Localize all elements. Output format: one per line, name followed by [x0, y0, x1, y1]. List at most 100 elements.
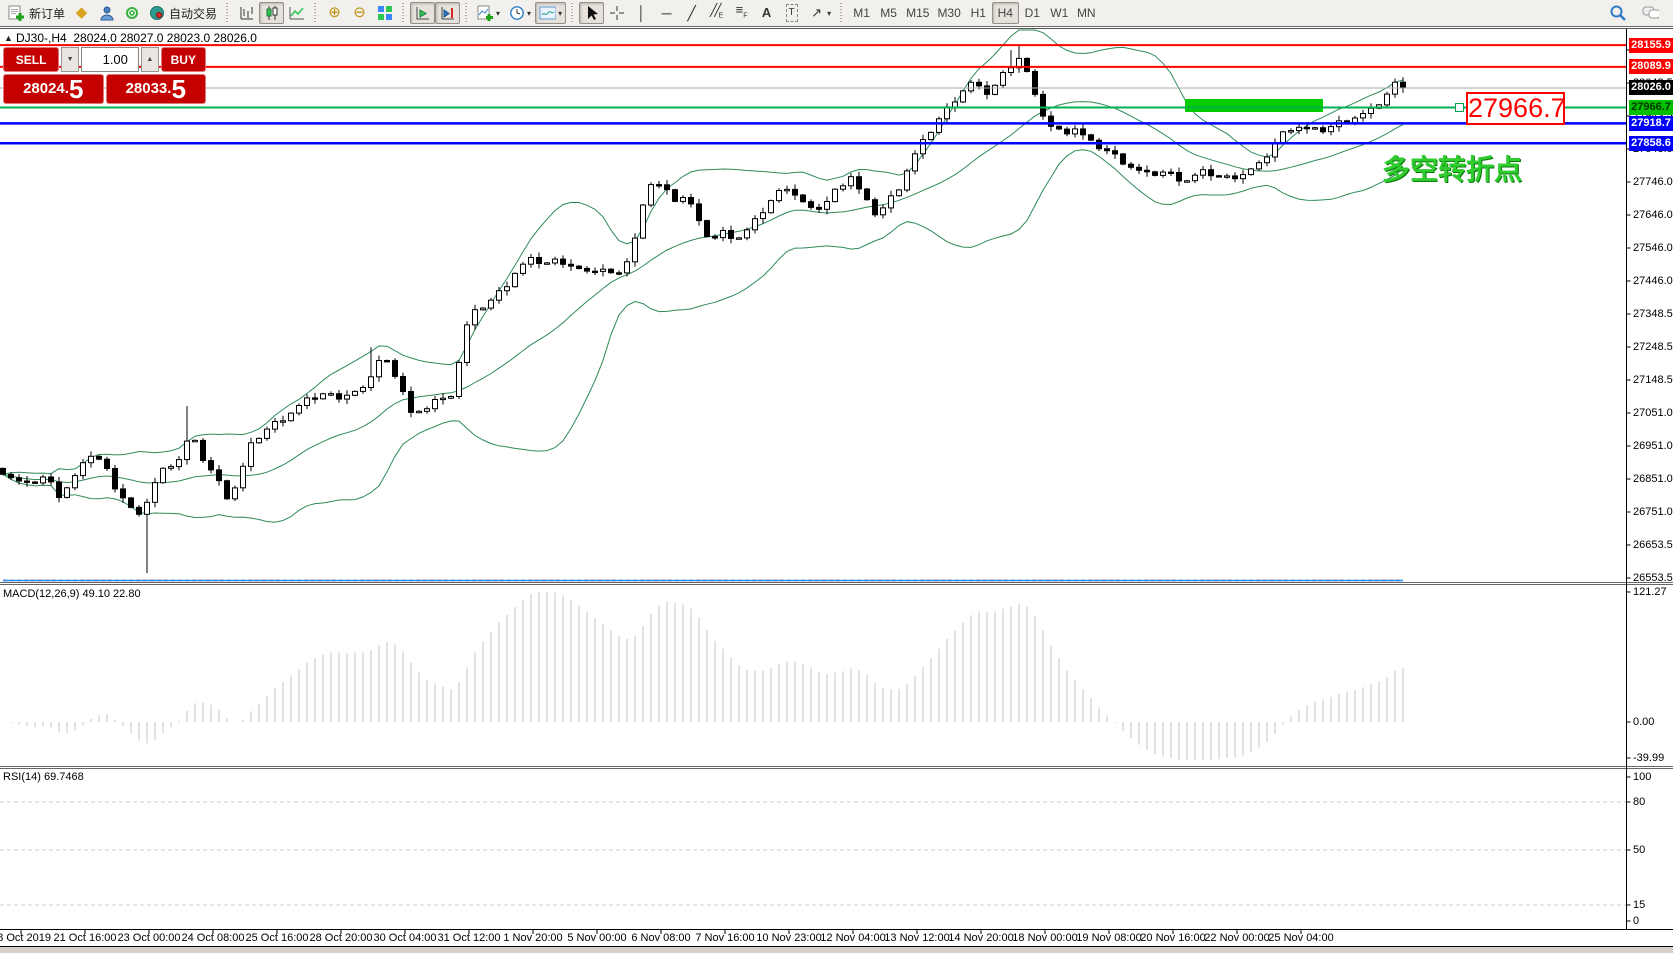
person-icon [98, 5, 115, 22]
auto-scroll-button[interactable] [410, 2, 435, 24]
timeframe-d1-label: D1 [1025, 6, 1040, 20]
chart-symbol-period: DJ30-,H4 [16, 31, 67, 45]
timeframe-h4[interactable]: H4 [992, 2, 1019, 24]
bottom-strip [0, 947, 1673, 953]
chart-annotation-text: 多空转折点 [1382, 148, 1522, 188]
sell-price-main: 28024. [23, 76, 69, 102]
macd-histogram-layer [11, 592, 1403, 760]
autotrading-button[interactable]: 自动交易 [144, 2, 221, 24]
vline-icon: │ [633, 5, 650, 22]
channel-icon: ╱╱E [708, 5, 725, 22]
tile-windows-icon [376, 5, 393, 22]
chart-canvas [0, 0, 1673, 953]
chat-button[interactable] [1638, 2, 1663, 24]
text-label-icon: T [783, 5, 800, 22]
timeframe-h4-label: H4 [998, 6, 1013, 20]
green-zone-rect [1185, 99, 1323, 112]
volume-input[interactable] [81, 47, 139, 72]
buy-price-big-digit: 5 [171, 76, 185, 102]
candlestick-button[interactable] [259, 2, 284, 24]
timeframe-h1-label: H1 [971, 6, 986, 20]
clock-icon [508, 5, 525, 22]
timeframe-h1[interactable]: H1 [965, 2, 992, 24]
timeframe-d1[interactable]: D1 [1019, 2, 1046, 24]
chart-ohlc-values: 28024.0 28027.0 28023.0 28026.0 [73, 31, 257, 45]
zoom-out-button[interactable]: ⊖ [347, 2, 372, 24]
autotrading-icon [148, 5, 165, 22]
toolbar-separator [312, 3, 319, 23]
periods-button[interactable]: ▾ [504, 2, 535, 24]
one-click-trade-panel: SELL ▼ ▲ BUY 28024.5 28033.5 [3, 47, 206, 104]
indicators-button[interactable]: ▾ [473, 2, 504, 24]
timeframe-mn[interactable]: MN [1073, 2, 1100, 24]
signals-button[interactable] [119, 2, 144, 24]
chart-shift-icon [439, 5, 456, 22]
sell-price-button[interactable]: 28024.5 [3, 74, 104, 104]
terminal-window: 新订单 ◆ 自动交易 ⊕ ⊖ ▾ ▾ ▾ │ ─ ╱ ╱╱E≡FAT↗▾ M1M5M15M30 H1 H4 D… [0, 0, 1673, 953]
chart-title: DJ30-,H4 28024.0 28027.0 28023.0 28026.0 [16, 31, 257, 45]
volume-increase-button[interactable]: ▲ [141, 47, 159, 72]
chat-icon [1642, 5, 1659, 22]
tile-windows-button[interactable] [372, 2, 397, 24]
timeframe-m1[interactable]: M1 [848, 2, 875, 24]
text-button[interactable]: A [754, 2, 779, 24]
gold-diamond-icon: ◆ [73, 5, 90, 22]
timeframe-w1[interactable]: W1 [1046, 2, 1073, 24]
zoom-in-button[interactable]: ⊕ [322, 2, 347, 24]
toolbar-separator [463, 3, 470, 23]
arrows-button[interactable]: ↗▾ [804, 2, 835, 24]
dropdown-arrow-icon: ▾ [558, 9, 562, 18]
dropdown-arrow-icon: ▾ [496, 9, 500, 18]
charts-button[interactable]: ◆ [69, 2, 94, 24]
crosshair-button[interactable] [604, 2, 629, 24]
search-icon [1609, 5, 1626, 22]
new-order-icon [8, 5, 25, 22]
collapse-panel-icon[interactable]: ▲ [4, 33, 13, 43]
cursor-icon [583, 5, 600, 22]
zoom-out-icon: ⊖ [351, 5, 368, 22]
dropdown-arrow-icon: ▾ [527, 9, 531, 18]
buy-price-button[interactable]: 28033.5 [106, 74, 207, 104]
trendline-handle[interactable] [1455, 103, 1464, 112]
trendline-icon: ╱ [683, 5, 700, 22]
toolbar: 新订单 ◆ 自动交易 ⊕ ⊖ ▾ ▾ ▾ │ ─ ╱ ╱╱E≡FAT↗▾ M1M5M15M30 H1 H4 D… [0, 0, 1673, 27]
hline-icon: ─ [658, 5, 675, 22]
text-icon: A [758, 5, 775, 22]
market-watch-button[interactable] [94, 2, 119, 24]
toolbar-separator [224, 3, 231, 23]
toolbar-right-group [1605, 2, 1673, 24]
timeframe-m5[interactable]: M5 [875, 2, 902, 24]
buy-button[interactable]: BUY [161, 47, 206, 72]
timeframe-w1-label: W1 [1050, 6, 1068, 20]
fibonacci-button[interactable]: ≡F [729, 2, 754, 24]
toolbar-separator [569, 3, 576, 23]
line-chart-button[interactable] [284, 2, 309, 24]
volume-decrease-button[interactable]: ▼ [61, 47, 79, 72]
horizontal-line-button[interactable]: ─ [654, 2, 679, 24]
vertical-line-button[interactable]: │ [629, 2, 654, 24]
timeframe-m30[interactable]: M30 [933, 2, 964, 24]
template-icon [539, 5, 556, 22]
bar-chart-button[interactable] [234, 2, 259, 24]
sell-button[interactable]: SELL [3, 47, 59, 72]
sell-price-big-digit: 5 [69, 76, 83, 102]
rsi-indicator-label: RSI(14) 69.7468 [3, 771, 84, 783]
toolbar-separator [400, 3, 407, 23]
candlestick-icon [263, 5, 280, 22]
zoom-in-icon: ⊕ [326, 5, 343, 22]
new-order-button[interactable]: 新订单 [4, 2, 69, 24]
chart-shift-button[interactable] [435, 2, 460, 24]
cursor-button[interactable] [579, 2, 604, 24]
toolbar-separator [838, 3, 845, 23]
timeframe-m15[interactable]: M15 [902, 2, 933, 24]
search-button[interactable] [1605, 2, 1630, 24]
auto-scroll-icon [414, 5, 431, 22]
templates-button[interactable]: ▾ [535, 2, 566, 24]
text-label-button[interactable]: T [779, 2, 804, 24]
autotrading-button-label: 自动交易 [169, 5, 217, 22]
bar-chart-icon [238, 5, 255, 22]
channel-button[interactable]: ╱╱E [704, 2, 729, 24]
new-order-button-label: 新订单 [29, 5, 65, 22]
buy-price-main: 28033. [126, 76, 172, 102]
trendline-button[interactable]: ╱ [679, 2, 704, 24]
